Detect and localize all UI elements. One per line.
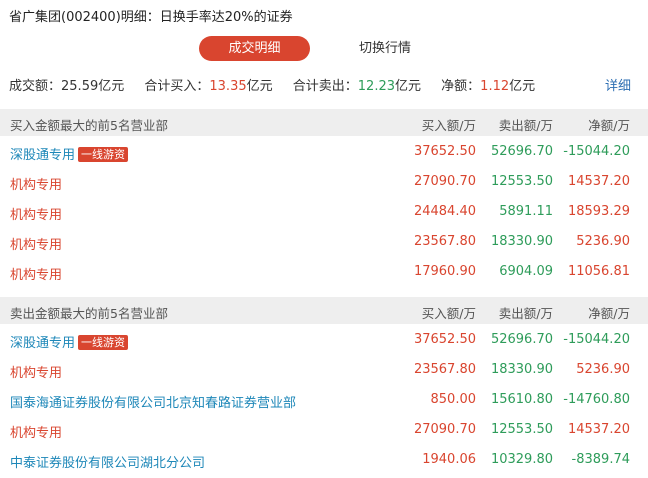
table-row[interactable]: 机构专用 27090.70 12553.50 14537.20 bbox=[0, 166, 648, 196]
net-label: 净额： bbox=[441, 79, 481, 94]
net-amount: 18593.29 bbox=[567, 204, 630, 219]
table-header: 买入金额最大的前5名营业部 买入额/万 卖出额/万 净额/万 bbox=[0, 109, 648, 136]
summary-bar: 成交额：25.59亿元 合计买入：13.35亿元 合计卖出：12.23亿元 净额… bbox=[9, 75, 551, 94]
total-sell-label: 合计卖出： bbox=[292, 79, 358, 94]
total-buy-label: 合计买入： bbox=[144, 79, 210, 94]
net-unit: 亿元 bbox=[509, 79, 536, 94]
buy-amount: 24484.40 bbox=[413, 204, 476, 219]
net-amount: -15044.20 bbox=[563, 332, 630, 347]
broker-name-text[interactable]: 机构专用 bbox=[10, 238, 62, 253]
buy-amount: 27090.70 bbox=[413, 174, 476, 189]
total-buy-summary: 合计买入：13.35亿元 bbox=[144, 79, 272, 94]
broker-name-text[interactable]: 深股通专用 bbox=[10, 148, 75, 163]
tab-switch-quotes[interactable]: 切换行情 bbox=[335, 36, 435, 61]
net-value: 1.12 bbox=[480, 79, 510, 94]
broker-name-text[interactable]: 深股通专用 bbox=[10, 336, 75, 351]
column-header-buy: 买入额/万 bbox=[421, 306, 476, 321]
broker-name[interactable]: 机构专用 bbox=[10, 362, 62, 381]
total-sell-unit: 亿元 bbox=[395, 79, 422, 94]
table-body: 深股通专用 一线游资 37652.50 52696.70 -15044.20 机构专用 23… bbox=[0, 324, 648, 474]
broker-name-text[interactable]: 国泰海通证券股份有限公司北京知春路证券营业部 bbox=[10, 396, 296, 411]
detail-link[interactable]: 详细 bbox=[605, 75, 631, 94]
broker-name-text[interactable]: 机构专用 bbox=[10, 178, 62, 193]
broker-name[interactable]: 中泰证券股份有限公司湖北分公司 bbox=[10, 452, 205, 471]
sell-amount: 5891.11 bbox=[499, 204, 553, 219]
broker-name[interactable]: 机构专用 bbox=[10, 422, 62, 441]
broker-name[interactable]: 深股通专用 一线游资 bbox=[10, 144, 129, 163]
net-amount: -14760.80 bbox=[563, 392, 630, 407]
broker-name[interactable]: 深股通专用 一线游资 bbox=[10, 332, 129, 351]
total-sell-value: 12.23 bbox=[357, 79, 395, 94]
net-amount: 11056.81 bbox=[567, 264, 630, 279]
sell-amount: 18330.90 bbox=[490, 362, 553, 377]
table-row[interactable]: 国泰海通证券股份有限公司北京知春路证券营业部 850.00 15610.80 -147… bbox=[0, 384, 648, 414]
column-header-sell: 卖出额/万 bbox=[498, 118, 553, 133]
buy-amount: 27090.70 bbox=[413, 422, 476, 437]
tab-bar: 成交明细 切换行情 bbox=[199, 36, 439, 61]
buy-amount: 17960.90 bbox=[413, 264, 476, 279]
tab-trade-detail[interactable]: 成交明细 bbox=[199, 36, 310, 61]
table-row[interactable]: 中泰证券股份有限公司湖北分公司 1940.06 10329.80 -8389.74 bbox=[0, 444, 648, 474]
broker-name[interactable]: 机构专用 bbox=[10, 264, 62, 283]
buy-amount: 23567.80 bbox=[413, 362, 476, 377]
table-title: 卖出金额最大的前5名营业部 bbox=[10, 306, 168, 321]
table-row[interactable]: 机构专用 24484.40 5891.11 18593.29 bbox=[0, 196, 648, 226]
page-title: 省广集团(002400)明细：日换手率达20%的证券 bbox=[9, 10, 293, 25]
net-amount: 5236.90 bbox=[576, 362, 630, 377]
buy-amount: 23567.80 bbox=[413, 234, 476, 249]
sell-amount: 52696.70 bbox=[490, 144, 553, 159]
table-header: 卖出金额最大的前5名营业部 买入额/万 卖出额/万 净额/万 bbox=[0, 297, 648, 324]
turnover-value: 25.59亿元 bbox=[61, 79, 125, 94]
total-buy-unit: 亿元 bbox=[246, 79, 273, 94]
net-amount: 14537.20 bbox=[567, 174, 630, 189]
turnover-label: 成交额： bbox=[9, 79, 62, 94]
net-summary: 净额：1.12亿元 bbox=[441, 79, 535, 94]
column-header-sell: 卖出额/万 bbox=[498, 306, 553, 321]
table-row[interactable]: 深股通专用 一线游资 37652.50 52696.70 -15044.20 bbox=[0, 136, 648, 166]
broker-name[interactable]: 机构专用 bbox=[10, 174, 62, 193]
table-row[interactable]: 机构专用 23567.80 18330.90 5236.90 bbox=[0, 226, 648, 256]
broker-name[interactable]: 机构专用 bbox=[10, 204, 62, 223]
total-sell-summary: 合计卖出：12.23亿元 bbox=[293, 79, 421, 94]
column-header-net: 净额/万 bbox=[588, 118, 630, 133]
hot-money-badge: 一线游资 bbox=[78, 147, 129, 162]
sell-amount: 18330.90 bbox=[490, 234, 553, 249]
broker-name-text[interactable]: 机构专用 bbox=[10, 366, 62, 381]
sell-amount: 6904.09 bbox=[499, 264, 553, 279]
broker-name-text[interactable]: 机构专用 bbox=[10, 268, 62, 283]
broker-name-text[interactable]: 机构专用 bbox=[10, 208, 62, 223]
broker-name-text[interactable]: 机构专用 bbox=[10, 426, 62, 441]
net-amount: -15044.20 bbox=[563, 144, 630, 159]
net-amount: 14537.20 bbox=[567, 422, 630, 437]
sell-amount: 52696.70 bbox=[490, 332, 553, 347]
table-row[interactable]: 机构专用 17960.90 6904.09 11056.81 bbox=[0, 256, 648, 286]
table-row[interactable]: 机构专用 23567.80 18330.90 5236.90 bbox=[0, 354, 648, 384]
sell-amount: 12553.50 bbox=[490, 422, 553, 437]
broker-name-text[interactable]: 中泰证券股份有限公司湖北分公司 bbox=[10, 456, 205, 471]
broker-name[interactable]: 国泰海通证券股份有限公司北京知春路证券营业部 bbox=[10, 392, 296, 411]
hot-money-badge: 一线游资 bbox=[78, 335, 129, 350]
turnover-summary: 成交额：25.59亿元 bbox=[9, 79, 124, 94]
sell-amount: 12553.50 bbox=[490, 174, 553, 189]
sell-amount: 10329.80 bbox=[490, 452, 553, 467]
buy-amount: 37652.50 bbox=[413, 144, 476, 159]
buy-amount: 1940.06 bbox=[422, 452, 476, 467]
column-header-net: 净额/万 bbox=[588, 306, 630, 321]
table-title: 买入金额最大的前5名营业部 bbox=[10, 118, 168, 133]
buy-amount: 850.00 bbox=[430, 392, 477, 407]
buy-amount: 37652.50 bbox=[413, 332, 476, 347]
net-amount: -8389.74 bbox=[571, 452, 630, 467]
net-amount: 5236.90 bbox=[576, 234, 630, 249]
total-buy-value: 13.35 bbox=[209, 79, 247, 94]
table-body: 深股通专用 一线游资 37652.50 52696.70 -15044.20 机构专用 27… bbox=[0, 136, 648, 286]
column-header-buy: 买入额/万 bbox=[421, 118, 476, 133]
table-row[interactable]: 深股通专用 一线游资 37652.50 52696.70 -15044.20 bbox=[0, 324, 648, 354]
table-row[interactable]: 机构专用 27090.70 12553.50 14537.20 bbox=[0, 414, 648, 444]
sell-top5-table: 卖出金额最大的前5名营业部 买入额/万 卖出额/万 净额/万 深股通专用 一线游资… bbox=[0, 297, 648, 474]
sell-amount: 15610.80 bbox=[490, 392, 553, 407]
broker-name[interactable]: 机构专用 bbox=[10, 234, 62, 253]
buy-top5-table: 买入金额最大的前5名营业部 买入额/万 卖出额/万 净额/万 深股通专用 一线游资… bbox=[0, 109, 648, 286]
